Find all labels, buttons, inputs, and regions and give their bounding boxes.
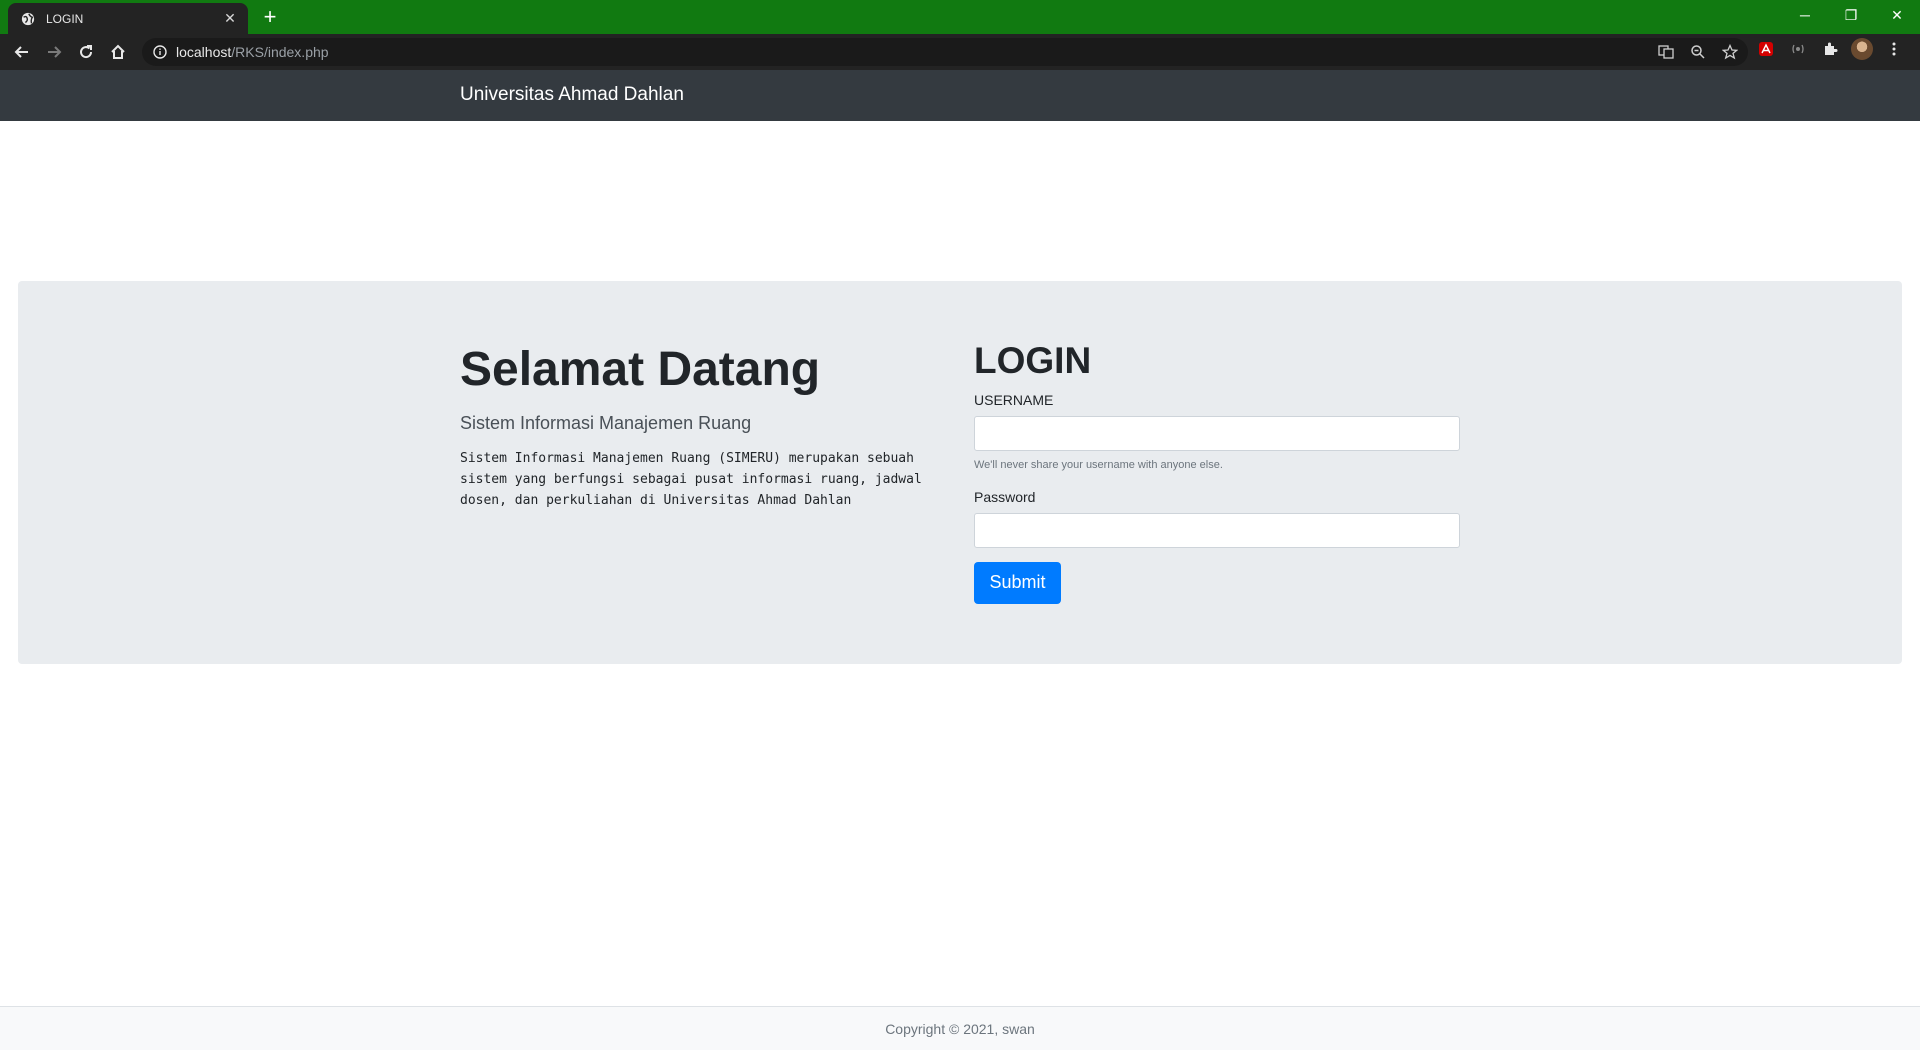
arrow-right-icon (48, 46, 62, 58)
back-button[interactable] (6, 36, 38, 68)
username-input[interactable] (974, 415, 1460, 451)
close-window-button[interactable]: ✕ (1874, 0, 1920, 30)
username-label: USERNAME (974, 391, 1054, 408)
url-path: /RKS/index.php (231, 44, 329, 60)
window-controls: ─ ❐ ✕ (1782, 0, 1920, 30)
username-help-text: We'll never share your username with any… (974, 458, 1223, 471)
reload-button[interactable] (70, 36, 102, 68)
footer-copyright: Copyright © 2021, swan (885, 1020, 1035, 1037)
translate-icon[interactable] (1656, 42, 1676, 62)
password-input[interactable] (974, 512, 1460, 548)
tab-title: LOGIN (46, 11, 84, 26)
browser-tab-bar: LOGIN ✕ + ─ ❐ ✕ (0, 0, 1920, 34)
reload-icon (80, 45, 93, 59)
page-footer: Copyright © 2021, swan (0, 1006, 1920, 1050)
url-host: localhost (176, 44, 232, 60)
arrow-left-icon (14, 46, 28, 58)
profile-avatar[interactable] (1851, 38, 1873, 60)
minimize-button[interactable]: ─ (1782, 0, 1828, 30)
browser-toolbar: localhost/RKS/index.php (0, 34, 1920, 70)
site-navbar: Universitas Ahmad Dahlan (0, 70, 1920, 121)
info-icon[interactable] (152, 44, 168, 60)
menu-kebab-icon[interactable] (1883, 38, 1905, 60)
new-tab-button[interactable]: + (258, 6, 282, 30)
welcome-heading: Selamat Datang (460, 343, 821, 396)
welcome-section: Selamat Datang Sistem Informasi Manajeme… (460, 341, 950, 511)
extension-icons (1755, 38, 1905, 60)
puzzle-icon[interactable] (1819, 38, 1841, 60)
extension-icon[interactable] (1787, 38, 1809, 60)
browser-tab[interactable]: LOGIN ✕ (8, 3, 248, 34)
home-icon (111, 44, 125, 59)
home-button[interactable] (102, 36, 134, 68)
omnibox-actions (1656, 42, 1740, 62)
welcome-lead: Sistem Informasi Manajemen Ruang (460, 412, 752, 433)
globe-icon (20, 11, 36, 27)
login-title: LOGIN (974, 340, 1092, 381)
close-tab-icon[interactable]: ✕ (222, 10, 238, 27)
submit-button[interactable]: Submit (974, 561, 1061, 604)
zoom-icon[interactable] (1688, 42, 1708, 62)
forward-button[interactable] (38, 36, 70, 68)
address-bar[interactable]: localhost/RKS/index.php (142, 38, 1748, 66)
navbar-brand[interactable]: Universitas Ahmad Dahlan (460, 84, 684, 106)
welcome-jumbotron: Selamat Datang Sistem Informasi Manajeme… (18, 281, 1902, 664)
restore-button[interactable]: ❐ (1828, 0, 1874, 30)
welcome-description: Sistem Informasi Manajemen Ruang (SIMERU… (460, 450, 922, 508)
bookmark-star-icon[interactable] (1720, 42, 1740, 62)
password-label: Password (974, 488, 1036, 505)
login-form: LOGIN USERNAME We'll never share your us… (974, 340, 1460, 604)
acrobat-extension-icon[interactable] (1755, 38, 1777, 60)
